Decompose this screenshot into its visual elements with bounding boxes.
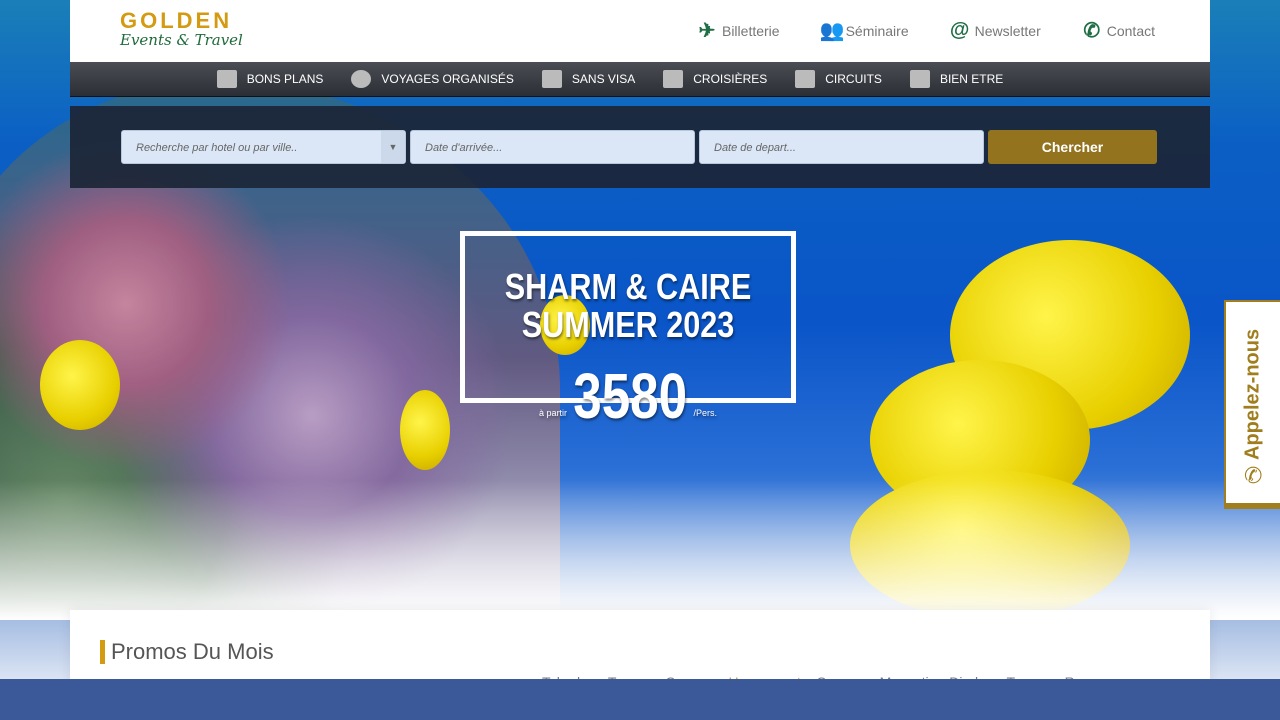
link-contact[interactable]: ✆ Contact (1081, 18, 1155, 43)
logo-brand: GOLDEN (120, 8, 233, 33)
call-us-tab[interactable]: Appelez-nous ✆ (1224, 300, 1280, 509)
banner-line2: SUMMER 2023 (521, 304, 735, 345)
banner-unit: /Pers. (693, 408, 717, 418)
link-label: Séminaire (845, 22, 909, 39)
map-icon (795, 70, 816, 88)
nav-bien-etre[interactable]: BIEN ETRE (909, 70, 1004, 88)
banner-line1: SHARM & CAIRE (504, 266, 752, 307)
search-button[interactable]: Chercher (988, 130, 1157, 164)
hotel-city-select[interactable]: Recherche par hotel ou par ville.. ▼ (121, 130, 406, 164)
chevron-down-icon[interactable]: ▼ (381, 131, 405, 163)
section-title: Promos Du Mois (100, 640, 274, 664)
banner-price-value: 3580 (573, 360, 688, 432)
main-nav: BONS PLANS VOYAGES ORGANISÉS SANS VISA C… (70, 62, 1210, 97)
ship-icon (663, 70, 684, 88)
phone-icon: ✆ (1083, 20, 1101, 42)
nav-label: VOYAGES ORGANISÉS (381, 72, 514, 86)
group-icon: 👥 (819, 20, 845, 42)
link-seminaire[interactable]: 👥 Séminaire (820, 18, 909, 43)
nav-circuits[interactable]: CIRCUITS (795, 70, 882, 88)
luggage-cart-icon (541, 70, 562, 88)
hotel-icon (216, 70, 237, 88)
link-newsletter[interactable]: @ Newsletter (949, 18, 1041, 43)
logo-tagline: Events & Travel (120, 31, 243, 49)
at-icon: @ (949, 19, 970, 41)
top-links: ✈ Billetterie 👥 Séminaire @ Newsletter ✆ Con… (656, 18, 1155, 43)
spa-icon (909, 70, 930, 88)
nav-voyages-organises[interactable]: VOYAGES ORGANISÉS (351, 70, 514, 88)
plane-icon: ✈ (698, 20, 716, 42)
search-bar: Recherche par hotel ou par ville.. ▼ Date… (70, 106, 1210, 188)
link-label: Contact (1106, 22, 1155, 39)
arrival-date-input[interactable]: Date d'arrivée... (410, 130, 695, 164)
nav-label: BIEN ETRE (939, 72, 1004, 86)
hotel-placeholder: Recherche par hotel ou par ville.. (136, 142, 298, 154)
logo[interactable]: GOLDEN Events & Travel (120, 8, 243, 49)
nav-label: CROISIÈRES (693, 72, 768, 86)
phone-icon: ✆ (1244, 463, 1263, 488)
bottom-bar (0, 679, 1280, 720)
departure-date-input[interactable]: Date de depart... (699, 130, 984, 164)
banner-from: à partir (539, 408, 568, 418)
nav-label: SANS VISA (571, 72, 636, 86)
nav-sans-visa[interactable]: SANS VISA (541, 70, 636, 88)
link-billetterie[interactable]: ✈ Billetterie (696, 18, 780, 43)
departure-placeholder: Date de depart... (714, 142, 796, 154)
nav-label: CIRCUITS (825, 72, 882, 86)
hero-fade (0, 480, 1280, 620)
arrival-placeholder: Date d'arrivée... (425, 142, 503, 154)
nav-croisieres[interactable]: CROISIÈRES (663, 70, 767, 88)
group-icon (351, 70, 372, 88)
promo-banner[interactable]: SHARM & CAIRE SUMMER 2023 à partir 3580 … (460, 231, 796, 428)
call-us-label: Appelez-nous (1241, 328, 1264, 460)
link-label: Billetterie (721, 22, 780, 39)
nav-label: BONS PLANS (246, 72, 324, 86)
banner-price: à partir 3580 /Pers. (465, 364, 791, 428)
fish-image (40, 340, 120, 430)
nav-bons-plans[interactable]: BONS PLANS (216, 70, 324, 88)
header: GOLDEN Events & Travel ✈ Billetterie 👥 Sém… (70, 0, 1210, 62)
fish-image (400, 390, 450, 470)
link-label: Newsletter (974, 22, 1041, 39)
